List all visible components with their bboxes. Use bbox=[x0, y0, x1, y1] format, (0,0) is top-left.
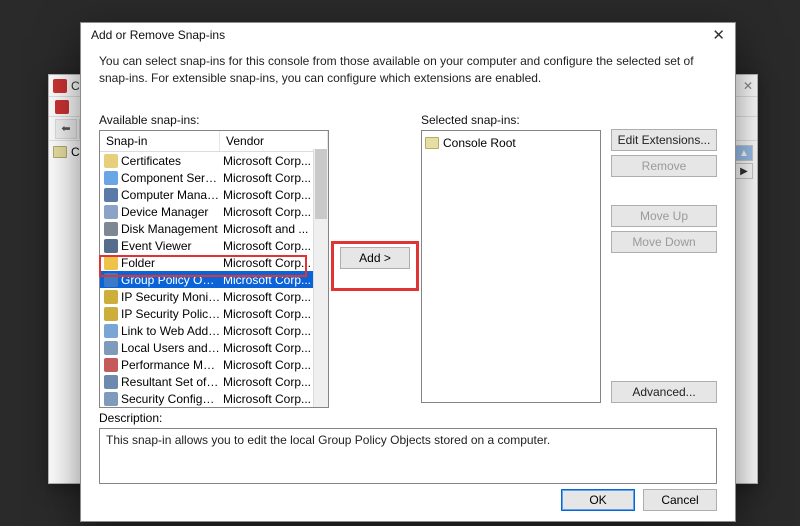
advanced-button[interactable]: Advanced... bbox=[611, 381, 717, 403]
snapin-name: Link to Web Address bbox=[121, 324, 221, 338]
snapin-vendor: Microsoft Corp... bbox=[221, 324, 328, 338]
snapin-icon bbox=[104, 273, 118, 287]
mmc-doc-icon bbox=[55, 100, 69, 114]
snapin-icon bbox=[104, 290, 118, 304]
move-down-button[interactable]: Move Down bbox=[611, 231, 717, 253]
actions-right-icon[interactable]: ▶ bbox=[735, 163, 753, 179]
snapin-list-headers: Snap-in Vendor bbox=[100, 131, 328, 152]
selected-snapins-list[interactable]: Console Root bbox=[421, 130, 601, 403]
col-header-snapin[interactable]: Snap-in bbox=[100, 131, 220, 151]
snapin-row[interactable]: Performance MonitorMicrosoft Corp... bbox=[100, 356, 328, 373]
snapin-row[interactable]: Group Policy Object ...Microsoft Corp... bbox=[100, 271, 328, 288]
snapin-row[interactable]: Local Users and Gro...Microsoft Corp... bbox=[100, 339, 328, 356]
add-remove-snapins-dialog: Add or Remove Snap-ins ✕ You can select … bbox=[80, 22, 736, 522]
snapin-icon bbox=[104, 222, 118, 236]
move-up-button[interactable]: Move Up bbox=[611, 205, 717, 227]
snapin-name: Local Users and Gro... bbox=[121, 341, 221, 355]
snapin-name: Disk Management bbox=[121, 222, 221, 236]
mmc-app-icon bbox=[53, 79, 67, 93]
mmc-btn-close[interactable]: ✕ bbox=[743, 79, 753, 93]
snapin-name: IP Security Policy Ma... bbox=[121, 307, 221, 321]
col-header-vendor[interactable]: Vendor bbox=[220, 131, 328, 151]
add-button[interactable]: Add > bbox=[340, 247, 410, 269]
ok-button[interactable]: OK bbox=[561, 489, 635, 511]
snapin-icon bbox=[104, 341, 118, 355]
snapin-name: Folder bbox=[121, 256, 221, 270]
snapin-vendor: Microsoft Corp... bbox=[221, 171, 328, 185]
snapin-icon bbox=[104, 392, 118, 406]
snapin-name: Event Viewer bbox=[121, 239, 221, 253]
selected-snapins-label: Selected snap-ins: bbox=[421, 113, 601, 127]
snapin-row[interactable]: IP Security MonitorMicrosoft Corp... bbox=[100, 288, 328, 305]
snapin-row[interactable]: Component ServicesMicrosoft Corp... bbox=[100, 169, 328, 186]
snapin-vendor: Microsoft Corp... bbox=[221, 273, 328, 287]
snapin-name: Security Configuratio... bbox=[121, 392, 221, 406]
snapin-icon bbox=[104, 256, 118, 270]
snapin-vendor: Microsoft Corp... bbox=[221, 256, 328, 270]
snapin-icon bbox=[104, 375, 118, 389]
scrollbar-thumb[interactable] bbox=[315, 149, 327, 219]
folder-icon bbox=[425, 137, 439, 149]
edit-extensions-button[interactable]: Edit Extensions... bbox=[611, 129, 717, 151]
selected-item-label: Console Root bbox=[443, 136, 516, 150]
snapin-icon bbox=[104, 307, 118, 321]
snapin-row[interactable]: IP Security Policy Ma...Microsoft Corp..… bbox=[100, 305, 328, 322]
selected-item-console-root[interactable]: Console Root bbox=[425, 134, 597, 151]
snapin-list-scrollbar[interactable] bbox=[313, 149, 328, 407]
snapin-name: Component Services bbox=[121, 171, 221, 185]
snapin-icon bbox=[104, 358, 118, 372]
snapin-icon bbox=[104, 188, 118, 202]
snapin-name: Device Manager bbox=[121, 205, 221, 219]
cancel-button[interactable]: Cancel bbox=[643, 489, 717, 511]
snapin-name: Performance Monitor bbox=[121, 358, 221, 372]
snapin-icon bbox=[104, 154, 118, 168]
snapin-vendor: Microsoft Corp... bbox=[221, 188, 328, 202]
snapin-row[interactable]: FolderMicrosoft Corp... bbox=[100, 254, 328, 271]
dialog-title: Add or Remove Snap-ins bbox=[91, 28, 225, 42]
remove-button[interactable]: Remove bbox=[611, 155, 717, 177]
snapin-row[interactable]: Disk ManagementMicrosoft and ... bbox=[100, 220, 328, 237]
available-snapins-list[interactable]: Snap-in Vendor CertificatesMicrosoft Cor… bbox=[99, 130, 329, 408]
snapin-vendor: Microsoft Corp... bbox=[221, 154, 328, 168]
description-label: Description: bbox=[99, 411, 717, 425]
snapin-icon bbox=[104, 205, 118, 219]
snapin-row[interactable]: Resultant Set of PolicyMicrosoft Corp... bbox=[100, 373, 328, 390]
snapin-row[interactable]: Event ViewerMicrosoft Corp... bbox=[100, 237, 328, 254]
snapin-name: IP Security Monitor bbox=[121, 290, 221, 304]
snapin-vendor: Microsoft Corp... bbox=[221, 358, 328, 372]
snapin-vendor: Microsoft Corp... bbox=[221, 341, 328, 355]
dialog-close-button[interactable]: ✕ bbox=[712, 26, 725, 44]
snapin-row[interactable]: CertificatesMicrosoft Corp... bbox=[100, 152, 328, 169]
snapin-icon bbox=[104, 239, 118, 253]
snapin-vendor: Microsoft Corp... bbox=[221, 392, 328, 406]
snapin-name: Certificates bbox=[121, 154, 221, 168]
snapin-icon bbox=[104, 171, 118, 185]
snapin-row[interactable]: Computer Managem...Microsoft Corp... bbox=[100, 186, 328, 203]
snapin-vendor: Microsoft Corp... bbox=[221, 205, 328, 219]
snapin-vendor: Microsoft Corp... bbox=[221, 290, 328, 304]
snapin-row[interactable]: Link to Web AddressMicrosoft Corp... bbox=[100, 322, 328, 339]
dialog-intro-text: You can select snap-ins for this console… bbox=[81, 47, 735, 95]
available-snapins-label: Available snap-ins: bbox=[99, 113, 329, 127]
snapin-vendor: Microsoft Corp... bbox=[221, 307, 328, 321]
snapin-icon bbox=[104, 324, 118, 338]
description-box: This snap-in allows you to edit the loca… bbox=[99, 428, 717, 484]
toolbar-back[interactable]: ⬅ bbox=[55, 119, 77, 139]
snapin-name: Group Policy Object ... bbox=[121, 273, 221, 287]
folder-icon bbox=[53, 146, 67, 158]
snapin-name: Resultant Set of Policy bbox=[121, 375, 221, 389]
dialog-titlebar: Add or Remove Snap-ins ✕ bbox=[81, 23, 735, 47]
snapin-vendor: Microsoft and ... bbox=[221, 222, 328, 236]
actions-up-icon[interactable]: ▲ bbox=[735, 145, 753, 161]
snapin-vendor: Microsoft Corp... bbox=[221, 375, 328, 389]
snapin-vendor: Microsoft Corp... bbox=[221, 239, 328, 253]
snapin-row[interactable]: Security Configuratio...Microsoft Corp..… bbox=[100, 390, 328, 407]
snapin-name: Computer Managem... bbox=[121, 188, 221, 202]
snapin-row[interactable]: Device ManagerMicrosoft Corp... bbox=[100, 203, 328, 220]
